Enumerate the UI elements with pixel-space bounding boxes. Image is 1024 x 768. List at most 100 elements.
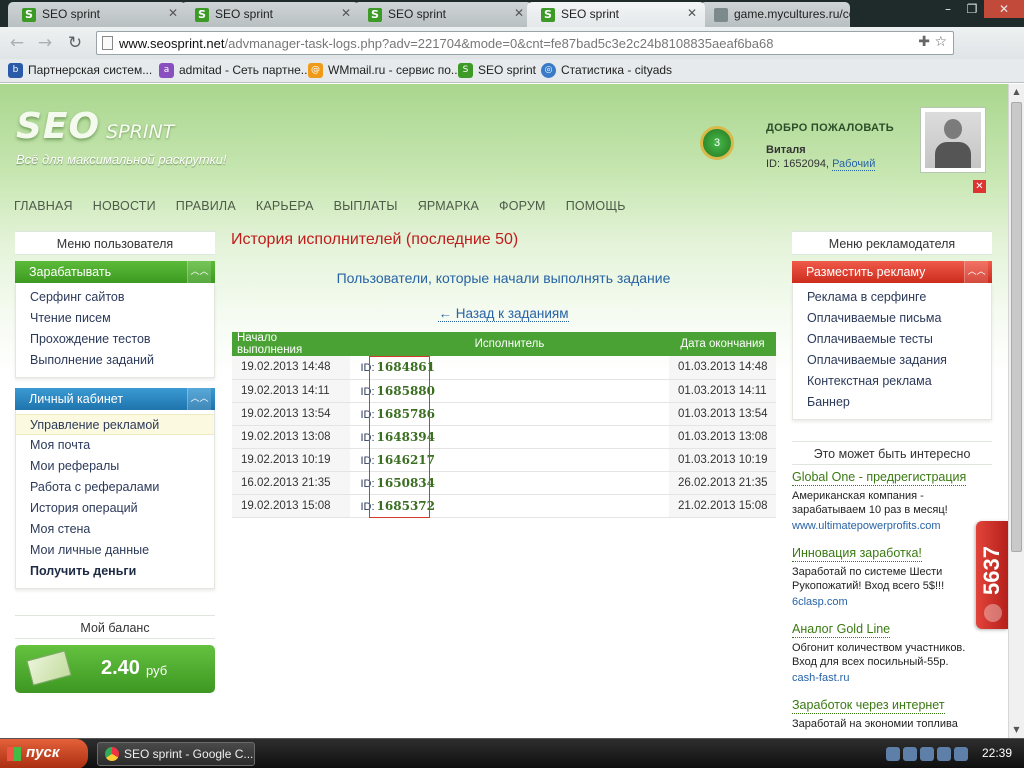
close-tab-icon[interactable]: ✕ — [168, 6, 178, 20]
menu-item-withdraw[interactable]: Получить деньги — [16, 561, 214, 582]
menu-item-personal-data[interactable]: Мои личные данные — [16, 540, 214, 561]
performer-id[interactable]: 1685372 — [377, 499, 435, 513]
menu-item-surfing[interactable]: Серфинг сайтов — [16, 287, 214, 308]
taskbar-chrome-item[interactable]: SEO sprint - Google C... — [97, 742, 255, 766]
menu-item-tasks[interactable]: Выполнение заданий — [16, 350, 214, 371]
bookmark-icon: S — [458, 63, 473, 78]
address-bar[interactable]: www.seosprint.net/advmanager-task-logs.p… — [96, 31, 954, 55]
menu-item-mail[interactable]: Моя почта — [16, 435, 214, 456]
back-arrow-icon[interactable]: ← — [6, 32, 28, 54]
close-tab-icon[interactable]: ✕ — [514, 6, 524, 20]
bookmark-item[interactable]: b Партнерская систем... — [8, 63, 152, 78]
place-ad-list: Реклама в серфинге Оплачиваемые письма О… — [792, 283, 992, 420]
performer-id[interactable]: 1648394 — [377, 430, 435, 444]
ad-url[interactable]: cash-fast.ru — [792, 671, 992, 685]
nav-rules[interactable]: ПРАВИЛА — [176, 199, 236, 213]
bookmark-item[interactable]: S SEO sprint — [458, 63, 536, 78]
double-chevron-icon[interactable]: ︿︿ — [187, 261, 211, 283]
ad-title[interactable]: Заработок через интернет — [792, 698, 945, 714]
close-tab-icon[interactable]: ✕ — [687, 6, 697, 20]
nav-career[interactable]: КАРЬЕРА — [256, 199, 314, 213]
minimize-icon[interactable]: – — [936, 0, 960, 18]
nav-help[interactable]: ПОМОЩЬ — [566, 199, 626, 213]
user-status-link[interactable]: Рабочий — [832, 158, 876, 171]
scroll-thumb[interactable] — [1011, 102, 1022, 552]
window-close-icon[interactable]: ✕ — [984, 0, 1024, 18]
back-link-label[interactable]: ← Назад к заданиям — [438, 306, 569, 322]
scroll-down-icon[interactable]: ▼ — [1009, 722, 1024, 738]
performer-id[interactable]: 1685880 — [377, 384, 435, 398]
seosprint-favicon-icon: S — [22, 8, 36, 22]
nav-payouts[interactable]: ВЫПЛАТЫ — [334, 199, 398, 213]
place-ad-header[interactable]: Разместить рекламу ︿︿ — [792, 261, 992, 283]
double-chevron-icon[interactable]: ︿︿ — [187, 388, 211, 410]
scroll-up-icon[interactable]: ▲ — [1009, 84, 1024, 100]
earn-header[interactable]: Зарабатывать ︿︿ — [15, 261, 215, 283]
browser-tab-2[interactable]: S SEO sprint ✕ — [181, 2, 359, 27]
close-icon[interactable]: ✕ — [973, 180, 986, 193]
bookmark-item[interactable]: @ WMmail.ru - сервис по... — [308, 63, 461, 78]
bookmark-item[interactable]: a admitad - Сеть партне... — [159, 63, 311, 78]
start-date: 19.02.2013 15:08 — [232, 494, 350, 518]
forward-arrow-icon[interactable]: → — [34, 32, 56, 54]
menu-item-letters[interactable]: Чтение писем — [16, 308, 214, 329]
menu-item-ad-management[interactable]: Управление рекламой — [16, 414, 214, 435]
tray-icon[interactable] — [903, 747, 917, 761]
menu-item-referrals[interactable]: Мои рефералы — [16, 456, 214, 477]
menu-item-banner[interactable]: Баннер — [793, 392, 991, 413]
level-medal-icon[interactable]: 3 — [694, 122, 740, 168]
bookmark-item[interactable]: ◎ Статистика - cityads — [541, 63, 672, 78]
back-to-tasks-link[interactable]: ← Назад к заданиям — [231, 306, 776, 322]
browser-tab-1[interactable]: S SEO sprint ✕ — [8, 2, 186, 27]
menu-item-surf-ads[interactable]: Реклама в серфинге — [793, 287, 991, 308]
star-icon[interactable]: ☆ — [934, 34, 947, 50]
balance-currency: руб — [146, 663, 168, 678]
ad-title[interactable]: Инновация заработка! — [792, 546, 922, 562]
nav-fair[interactable]: ЯРМАРКА — [418, 199, 479, 213]
language-flag-icon[interactable] — [954, 747, 968, 761]
tray-icon[interactable] — [886, 747, 900, 761]
nav-forum[interactable]: ФОРУМ — [499, 199, 546, 213]
online-counter[interactable]: 5637 — [976, 521, 1008, 629]
url-path: /advmanager-task-logs.php?adv=221704&mod… — [224, 36, 774, 51]
spacer-cell — [435, 448, 669, 472]
id-label: ID: — [360, 362, 375, 375]
browser-tab-4-active[interactable]: S SEO sprint ✕ — [527, 2, 705, 27]
double-chevron-icon[interactable]: ︿︿ — [964, 261, 988, 283]
avatar[interactable] — [920, 107, 986, 173]
tray-icon[interactable] — [920, 747, 934, 761]
close-tab-icon[interactable]: ✕ — [341, 6, 351, 20]
nav-home[interactable]: ГЛАВНАЯ — [14, 199, 73, 213]
puzzle-icon[interactable]: ✚ — [918, 34, 930, 50]
ad-title[interactable]: Global One - предрегистрация — [792, 470, 967, 486]
user-menu-title: Меню пользователя — [15, 231, 215, 255]
performer-id[interactable]: 1685786 — [377, 407, 435, 421]
table-row: 19.02.2013 15:08 ID: 1685372 21.02.2013 1… — [232, 494, 776, 518]
menu-item-tests[interactable]: Прохождение тестов — [16, 329, 214, 350]
start-button[interactable]: пуск — [0, 739, 88, 768]
table-row: 19.02.2013 10:19 ID: 1646217 01.03.2013 1… — [232, 448, 776, 472]
ad-title[interactable]: Аналог Gold Line — [792, 622, 891, 638]
menu-item-context-ads[interactable]: Контекстная реклама — [793, 371, 991, 392]
ad-url[interactable]: 6clasp.com — [792, 595, 992, 609]
maximize-icon[interactable]: ❐ — [960, 0, 984, 18]
menu-item-referral-work[interactable]: Работа с рефералами — [16, 477, 214, 498]
nav-news[interactable]: НОВОСТИ — [93, 199, 156, 213]
site-logo[interactable]: SEO SPRINT Всё для максимальной раскрутки… — [16, 106, 227, 167]
performer-id[interactable]: 1684861 — [377, 360, 435, 374]
ad-url[interactable]: www.ultimatepowerprofits.com — [792, 519, 992, 533]
performer-id[interactable]: 1646217 — [377, 453, 435, 467]
browser-tab-5[interactable]: game.mycultures.ru/co/l — [700, 2, 850, 27]
performer-id[interactable]: 1650834 — [377, 476, 435, 490]
menu-item-paid-letters[interactable]: Оплачиваемые письма — [793, 308, 991, 329]
menu-item-history[interactable]: История операций — [16, 498, 214, 519]
reload-icon[interactable]: ↻ — [64, 32, 86, 54]
browser-tab-3[interactable]: S SEO sprint ✕ — [354, 2, 532, 27]
menu-item-paid-tests[interactable]: Оплачиваемые тесты — [793, 329, 991, 350]
cabinet-header[interactable]: Личный кабинет ︿︿ — [15, 388, 215, 410]
menu-item-wall[interactable]: Моя стена — [16, 519, 214, 540]
balance-button[interactable]: 2.40 руб — [15, 645, 215, 693]
vertical-scrollbar[interactable]: ▲ ▼ — [1008, 84, 1024, 738]
menu-item-paid-tasks[interactable]: Оплачиваемые задания — [793, 350, 991, 371]
tray-icon[interactable] — [937, 747, 951, 761]
